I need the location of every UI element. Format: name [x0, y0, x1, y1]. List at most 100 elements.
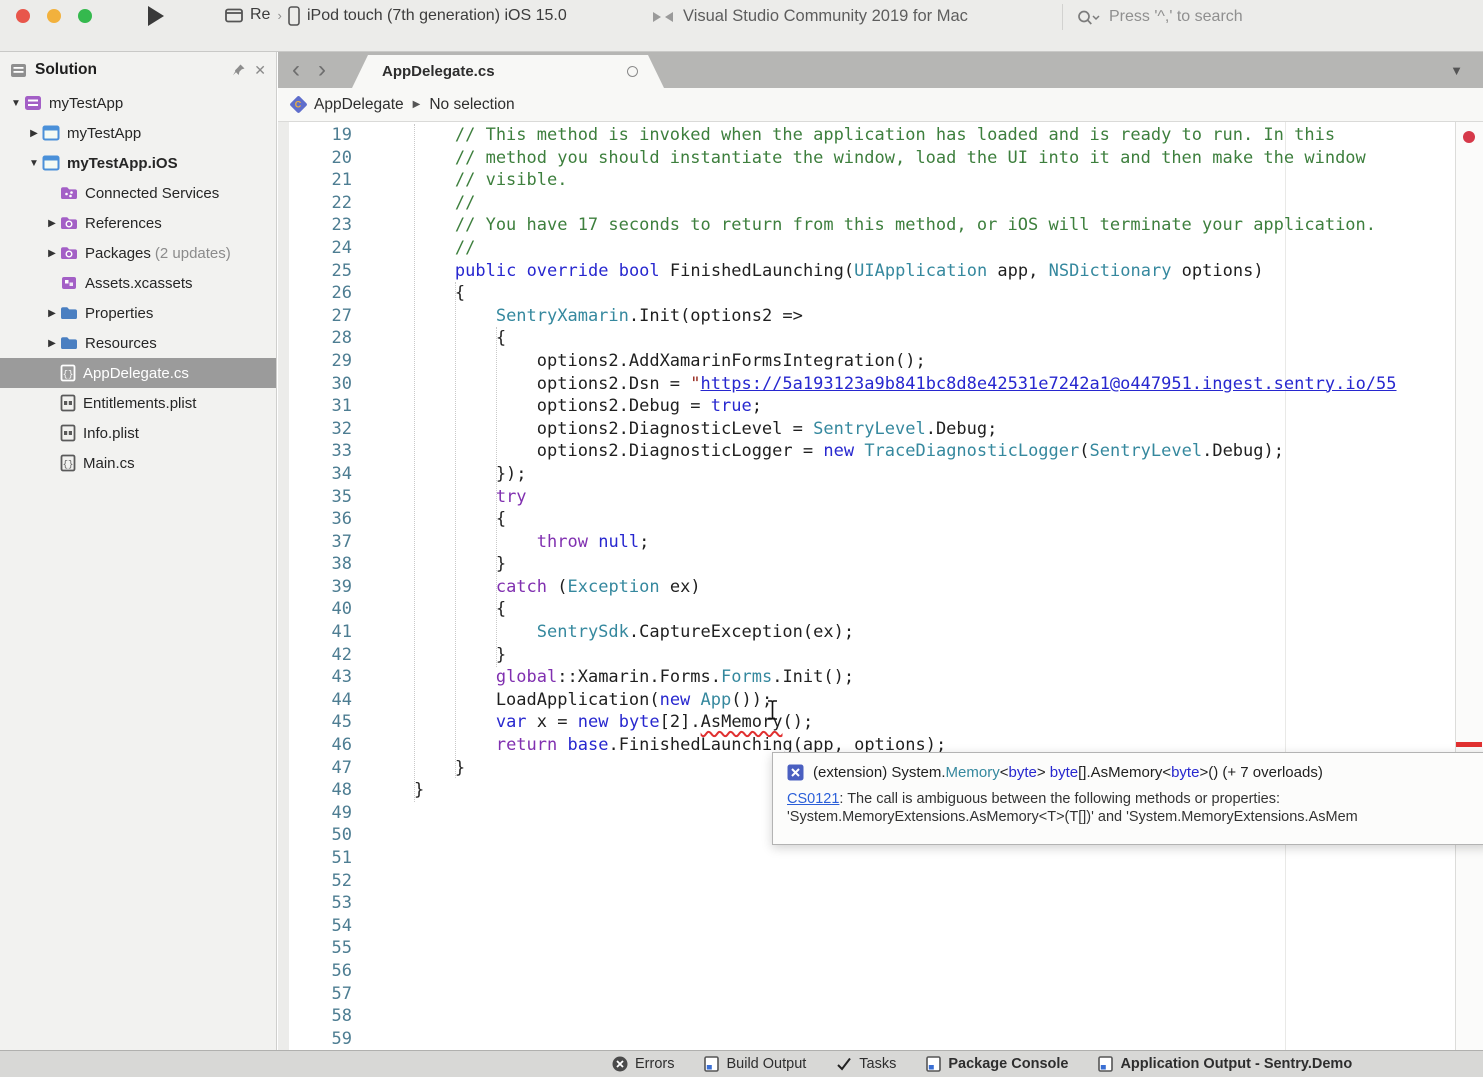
code-line-56[interactable]: 56: [278, 960, 1454, 983]
code-line-40[interactable]: 40 {: [278, 598, 1454, 621]
code-line-39[interactable]: 39 catch (Exception ex): [278, 576, 1454, 599]
line-content[interactable]: [364, 915, 373, 938]
line-content[interactable]: [364, 983, 373, 1006]
line-number[interactable]: 51: [278, 847, 364, 870]
tree-item-mytestapp[interactable]: ▼myTestApp: [0, 88, 276, 118]
line-content[interactable]: {: [364, 508, 506, 531]
line-content[interactable]: }: [364, 644, 506, 667]
code-line-42[interactable]: 42 }: [278, 644, 1454, 667]
tab-list-dropdown-icon[interactable]: ▼: [1450, 63, 1463, 78]
code-line-22[interactable]: 22 //: [278, 192, 1454, 215]
close-pad-icon[interactable]: ✕: [254, 62, 266, 79]
global-search-input[interactable]: Press '^,' to search: [1062, 4, 1469, 30]
tab-modified-indicator-icon[interactable]: [627, 66, 638, 77]
line-number[interactable]: 53: [278, 892, 364, 915]
line-content[interactable]: global::Xamarin.Forms.Forms.Init();: [364, 666, 854, 689]
tree-item-properties[interactable]: ▶Properties: [0, 298, 276, 328]
configuration-selector[interactable]: Re ›: [225, 6, 282, 24]
code-line-53[interactable]: 53: [278, 892, 1454, 915]
disclosure-collapsed-icon[interactable]: ▶: [44, 338, 60, 349]
tree-item-references[interactable]: ▶References: [0, 208, 276, 238]
line-number[interactable]: 33: [278, 440, 364, 463]
line-content[interactable]: [364, 1005, 373, 1028]
code-line-37[interactable]: 37 throw null;: [278, 531, 1454, 554]
statusbar-errors[interactable]: Errors: [612, 1056, 674, 1072]
line-content[interactable]: throw null;: [364, 531, 649, 554]
code-line-29[interactable]: 29 options2.AddXamarinFormsIntegration()…: [278, 350, 1454, 373]
line-number[interactable]: 27: [278, 305, 364, 328]
navigate-back-icon[interactable]: ‹: [292, 53, 300, 87]
code-line-21[interactable]: 21 // visible.: [278, 169, 1454, 192]
line-number[interactable]: 56: [278, 960, 364, 983]
code-line-43[interactable]: 43 global::Xamarin.Forms.Forms.Init();: [278, 666, 1454, 689]
line-number[interactable]: 22: [278, 192, 364, 215]
line-content[interactable]: // method you should instantiate the win…: [364, 147, 1366, 170]
line-number[interactable]: 59: [278, 1028, 364, 1050]
line-number[interactable]: 47: [278, 757, 364, 780]
disclosure-collapsed-icon[interactable]: ▶: [44, 218, 60, 229]
code-line-58[interactable]: 58: [278, 1005, 1454, 1028]
line-number[interactable]: 50: [278, 824, 364, 847]
line-number[interactable]: 55: [278, 937, 364, 960]
line-content[interactable]: SentrySdk.CaptureException(ex);: [364, 621, 854, 644]
line-content[interactable]: {: [364, 598, 506, 621]
statusbar-tasks[interactable]: Tasks: [836, 1056, 896, 1072]
line-content[interactable]: [364, 870, 373, 893]
disclosure-expanded-icon[interactable]: ▼: [26, 158, 42, 169]
line-content[interactable]: // You have 17 seconds to return from th…: [364, 214, 1376, 237]
line-content[interactable]: [364, 847, 373, 870]
line-content[interactable]: [364, 960, 373, 983]
line-content[interactable]: [364, 802, 373, 825]
line-number[interactable]: 40: [278, 598, 364, 621]
line-content[interactable]: SentryXamarin.Init(options2 =>: [364, 305, 803, 328]
line-number[interactable]: 28: [278, 327, 364, 350]
line-content[interactable]: options2.AddXamarinFormsIntegration();: [364, 350, 926, 373]
line-number[interactable]: 26: [278, 282, 364, 305]
minimize-window-button[interactable]: [47, 9, 61, 23]
line-number[interactable]: 25: [278, 260, 364, 283]
code-line-19[interactable]: 19 // This method is invoked when the ap…: [278, 124, 1454, 147]
tree-item-appdelegate-cs[interactable]: {}AppDelegate.cs: [0, 358, 276, 388]
line-number[interactable]: 48: [278, 779, 364, 802]
line-content[interactable]: //: [364, 237, 475, 260]
code-line-59[interactable]: 59: [278, 1028, 1454, 1050]
line-content[interactable]: // This method is invoked when the appli…: [364, 124, 1335, 147]
line-content[interactable]: {: [364, 282, 465, 305]
line-number[interactable]: 19: [278, 124, 364, 147]
line-content[interactable]: });: [364, 463, 527, 486]
disclosure-expanded-icon[interactable]: ▼: [8, 98, 24, 109]
line-content[interactable]: [364, 1028, 373, 1050]
tree-item-connected-services[interactable]: Connected Services: [0, 178, 276, 208]
line-content[interactable]: public override bool FinishedLaunching(U…: [364, 260, 1264, 283]
statusbar-package-console[interactable]: Package Console: [926, 1056, 1068, 1072]
line-content[interactable]: options2.Dsn = "https://5a193123a9b841bc…: [364, 373, 1397, 396]
tree-item-mytestapp-ios[interactable]: ▼myTestApp.iOS: [0, 148, 276, 178]
line-number[interactable]: 42: [278, 644, 364, 667]
breadcrumb-class[interactable]: AppDelegate: [314, 96, 404, 114]
line-content[interactable]: [364, 892, 373, 915]
line-number[interactable]: 24: [278, 237, 364, 260]
code-line-44[interactable]: 44 LoadApplication(new App());: [278, 689, 1454, 712]
device-selector[interactable]: iPod touch (7th generation) iOS 15.0: [288, 6, 567, 26]
line-content[interactable]: // visible.: [364, 169, 567, 192]
line-number[interactable]: 49: [278, 802, 364, 825]
code-area[interactable]: 19 // This method is invoked when the ap…: [278, 124, 1454, 1050]
line-number[interactable]: 36: [278, 508, 364, 531]
line-content[interactable]: options2.DiagnosticLogger = new TraceDia…: [364, 440, 1284, 463]
pin-pad-icon[interactable]: [232, 63, 246, 77]
line-content[interactable]: try: [364, 486, 527, 509]
code-line-33[interactable]: 33 options2.DiagnosticLogger = new Trace…: [278, 440, 1454, 463]
line-number[interactable]: 20: [278, 147, 364, 170]
line-number[interactable]: 32: [278, 418, 364, 441]
tree-item-main-cs[interactable]: {}Main.cs: [0, 448, 276, 478]
code-line-30[interactable]: 30 options2.Dsn = "https://5a193123a9b84…: [278, 373, 1454, 396]
code-line-54[interactable]: 54: [278, 915, 1454, 938]
line-content[interactable]: {: [364, 327, 506, 350]
line-number[interactable]: 58: [278, 1005, 364, 1028]
line-content[interactable]: options2.DiagnosticLevel = SentryLevel.D…: [364, 418, 997, 441]
line-content[interactable]: catch (Exception ex): [364, 576, 701, 599]
close-window-button[interactable]: [16, 9, 30, 23]
code-line-51[interactable]: 51: [278, 847, 1454, 870]
line-content[interactable]: //: [364, 192, 475, 215]
code-line-28[interactable]: 28 {: [278, 327, 1454, 350]
